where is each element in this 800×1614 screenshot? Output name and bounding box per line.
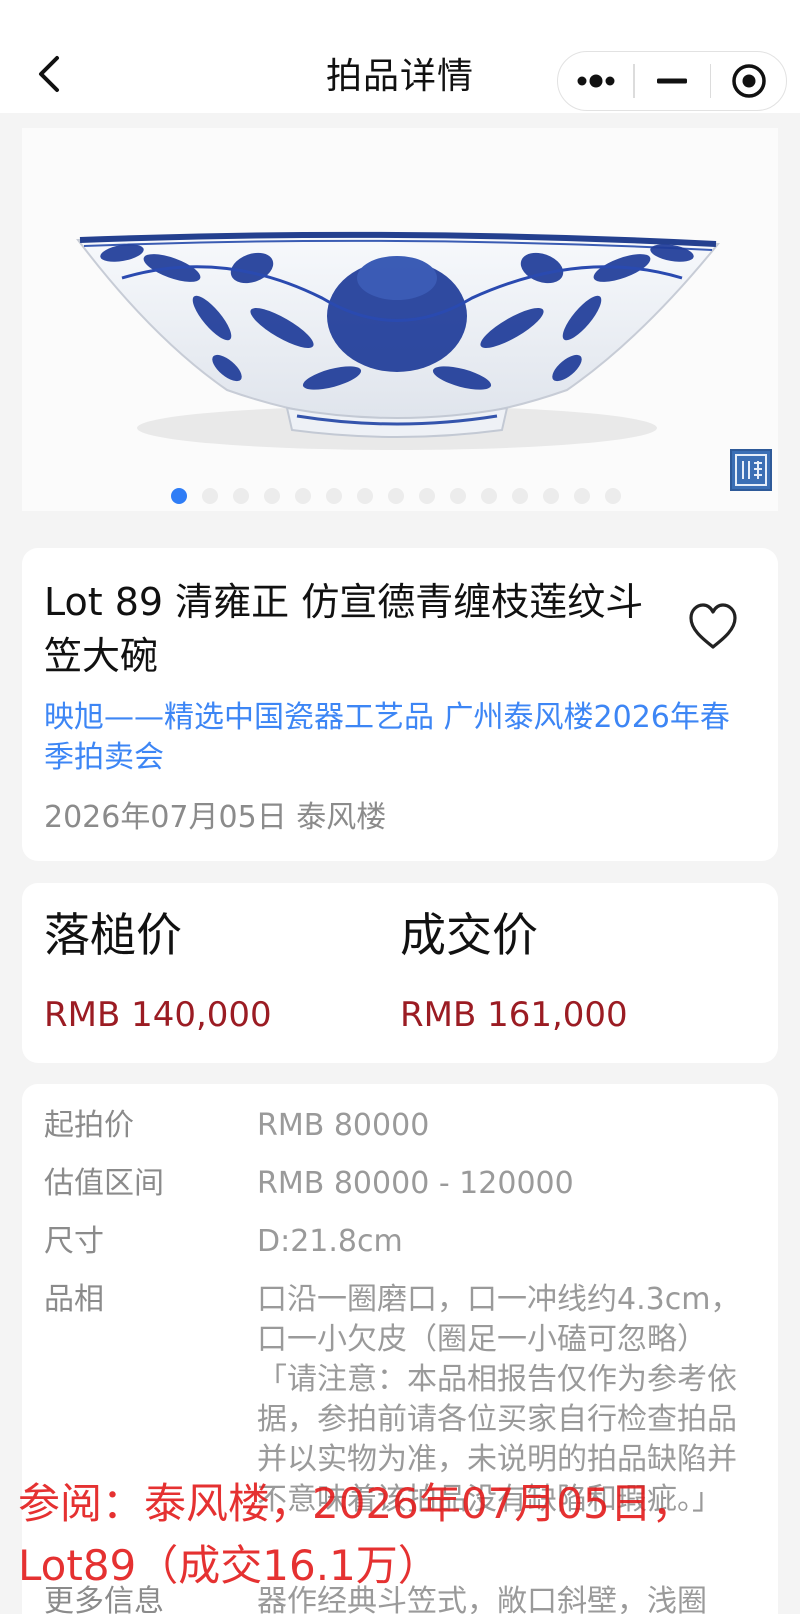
detail-value: RMB 80000 - 120000 bbox=[257, 1166, 574, 1201]
auction-date-location: 2026年07月05日 泰风楼 bbox=[44, 800, 387, 835]
heart-icon bbox=[689, 603, 737, 649]
carousel-dot[interactable] bbox=[326, 488, 342, 504]
hammer-price-label: 落槌价 bbox=[44, 908, 182, 962]
lot-image-carousel[interactable] bbox=[22, 128, 778, 511]
carousel-dot[interactable] bbox=[233, 488, 249, 504]
navbar: 拍品详情 bbox=[0, 0, 800, 113]
mini-program-capsule bbox=[557, 51, 787, 111]
carousel-dot[interactable] bbox=[419, 488, 435, 504]
porcelain-bowl-image bbox=[76, 231, 721, 450]
detail-label: 起拍价 bbox=[44, 1108, 134, 1143]
carousel-dot[interactable] bbox=[295, 488, 311, 504]
carousel-dot[interactable] bbox=[264, 488, 280, 504]
auction-session-link[interactable]: 映旭——精选中国瓷器工艺品 广州泰风楼2026年春季拍卖会 bbox=[44, 698, 744, 778]
carousel-indicator bbox=[22, 488, 778, 508]
seal-icon bbox=[735, 454, 767, 486]
more-dots-icon bbox=[577, 74, 614, 88]
seal-logo bbox=[730, 449, 772, 491]
target-circle-icon bbox=[731, 64, 766, 98]
lot-info-card: Lot 89 清雍正 仿宣德青缠枝莲纹斗笠大碗 映旭——精选中国瓷器工艺品 广州… bbox=[22, 548, 778, 861]
favorite-button[interactable] bbox=[682, 598, 744, 656]
detail-label: 估值区间 bbox=[44, 1166, 164, 1201]
minimize-button[interactable] bbox=[635, 52, 710, 110]
minimize-icon bbox=[657, 78, 687, 84]
detail-value: RMB 80000 bbox=[257, 1108, 430, 1143]
hammer-price-value: RMB 140,000 bbox=[44, 995, 272, 1035]
detail-row-condition: 品相 口沿一圈磨口，口一冲线约4.3cm，口一小欠皮（圈足一小磕可忽略）「请注意… bbox=[44, 1280, 744, 1560]
detail-value: 器作经典斗笠式，敞口斜壁，浅圈 bbox=[257, 1584, 707, 1614]
detail-row-estimate: 估值区间 RMB 80000 - 120000 bbox=[44, 1164, 744, 1204]
carousel-dot[interactable] bbox=[605, 488, 621, 504]
detail-row-more-info: 更多信息 器作经典斗笠式，敞口斜壁，浅圈 bbox=[44, 1582, 744, 1614]
detail-row-start-price: 起拍价 RMB 80000 bbox=[44, 1106, 744, 1146]
carousel-dot[interactable] bbox=[450, 488, 466, 504]
carousel-dot[interactable] bbox=[543, 488, 559, 504]
final-price-label: 成交价 bbox=[400, 908, 538, 962]
lot-title: Lot 89 清雍正 仿宣德青缠枝莲纹斗笠大碗 bbox=[44, 580, 644, 678]
carousel-dot[interactable] bbox=[357, 488, 373, 504]
detail-value: 口沿一圈磨口，口一冲线约4.3cm，口一小欠皮（圈足一小磕可忽略）「请注意：本品… bbox=[257, 1282, 741, 1517]
more-button[interactable] bbox=[558, 52, 633, 110]
close-button[interactable] bbox=[711, 52, 786, 110]
carousel-dot[interactable] bbox=[512, 488, 528, 504]
detail-row-size: 尺寸 D:21.8cm bbox=[44, 1222, 744, 1262]
carousel-dot[interactable] bbox=[574, 488, 590, 504]
carousel-dot[interactable] bbox=[481, 488, 497, 504]
details-card: 起拍价 RMB 80000 估值区间 RMB 80000 - 120000 尺寸… bbox=[22, 1084, 778, 1614]
final-price-value: RMB 161,000 bbox=[400, 995, 628, 1035]
detail-label: 更多信息 bbox=[44, 1584, 164, 1614]
detail-label: 品相 bbox=[44, 1282, 104, 1317]
detail-value: D:21.8cm bbox=[257, 1224, 403, 1259]
detail-label: 尺寸 bbox=[44, 1224, 104, 1259]
price-card: 落槌价 RMB 140,000 成交价 RMB 161,000 bbox=[22, 883, 778, 1063]
carousel-dot[interactable] bbox=[388, 488, 404, 504]
carousel-dot[interactable] bbox=[202, 488, 218, 504]
carousel-dot[interactable] bbox=[171, 488, 187, 504]
